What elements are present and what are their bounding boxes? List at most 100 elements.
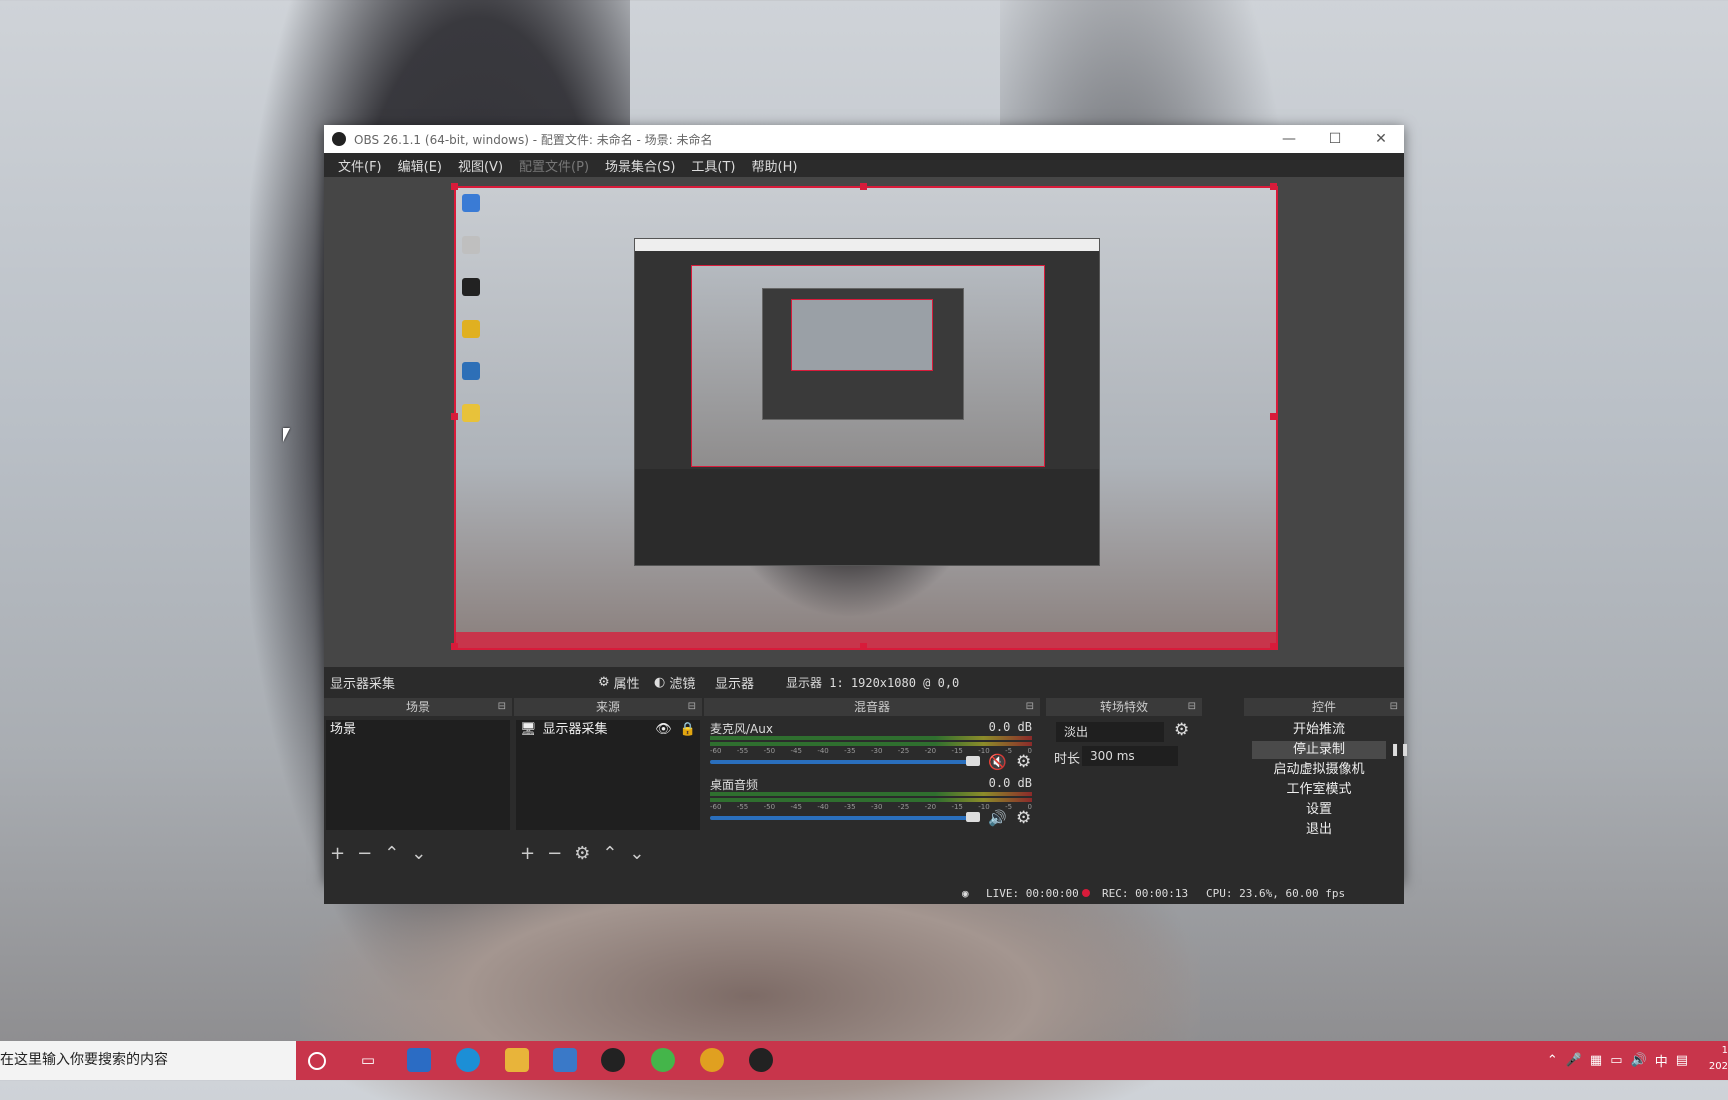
dock-pin-icon[interactable]: ⊟ [1026,698,1034,716]
add-icon[interactable]: + [330,843,345,864]
source-item[interactable]: 🖥 显示器采集 👁 🔒 [516,720,700,740]
dock-pin-icon[interactable]: ⊟ [688,698,696,716]
settings-button[interactable]: 设置 [1252,801,1386,819]
maximize-button[interactable]: ☐ [1312,125,1358,153]
resize-handle[interactable] [451,183,458,190]
app-icon[interactable] [407,1048,431,1072]
scenes-dock: 场景 ⊟ 场景 + − ⌃ ⌄ [324,698,512,882]
sources-list[interactable]: 🖥 显示器采集 👁 🔒 [516,720,700,830]
muted-speaker-icon[interactable]: 🔇 [988,753,1007,771]
preview-canvas[interactable] [454,186,1278,650]
volume-slider[interactable] [710,760,976,764]
gear-icon[interactable]: ⚙ [1174,720,1189,740]
meter-tick: -15 [951,747,963,755]
meter-tick: -45 [790,803,802,811]
volume-slider-thumb[interactable] [966,756,980,766]
app-icon-green[interactable] [651,1048,675,1072]
resize-handle[interactable] [860,183,867,190]
dock-pin-icon[interactable]: ⊟ [498,698,506,716]
remove-icon[interactable]: − [357,843,372,864]
meter-tick: 0 [1027,803,1032,811]
minimize-button[interactable]: — [1266,125,1312,153]
add-icon[interactable]: + [520,843,535,864]
duration-input[interactable]: 300 ms [1082,746,1178,766]
lock-icon[interactable]: 🔒 [680,720,696,740]
gear-icon[interactable]: ⚙ [1016,808,1031,828]
meter-tick: -30 [870,803,883,811]
volume-slider[interactable] [710,816,976,820]
properties-button[interactable]: ⚙ 属性 [598,673,640,692]
remove-icon[interactable]: − [547,843,562,864]
move-down-icon[interactable]: ⌄ [411,843,426,864]
notification-icon[interactable]: ▤ [1676,1053,1688,1068]
volume-slider-thumb[interactable] [966,812,980,822]
edge-icon[interactable] [456,1048,480,1072]
filters-button[interactable]: ◐ 滤镜 [654,673,695,692]
menu-help[interactable]: 帮助(H) [744,156,806,175]
speaker-icon[interactable]: 🔊 [988,809,1007,827]
move-down-icon[interactable]: ⌄ [629,843,644,864]
menu-file[interactable]: 文件(F) [330,156,390,175]
move-up-icon[interactable]: ⌃ [384,843,399,864]
task-view-icon[interactable]: ▭ [356,1048,380,1072]
chrome-icon[interactable] [700,1048,724,1072]
scenes-list[interactable]: 场景 [326,720,510,830]
taskbar-search-input[interactable]: 在这里输入你要搜索的内容 [0,1041,296,1080]
qq-icon[interactable] [601,1048,625,1072]
close-button[interactable]: ✕ [1358,125,1404,153]
studio-mode-button[interactable]: 工作室模式 [1252,781,1386,799]
dock-pin-icon[interactable]: ⊟ [1390,698,1398,716]
live-icon: ◉ [962,887,969,900]
duration-label: 时长 [1054,752,1081,767]
visibility-eye-icon[interactable]: 👁 [655,720,672,740]
menu-tools[interactable]: 工具(T) [683,156,743,175]
meter-tick: -5 [1005,747,1013,755]
menu-scene-collection[interactable]: 场景集合(S) [597,156,683,175]
monitor-icon[interactable]: ▭ [1610,1053,1622,1068]
title-bar: OBS 26.1.1 (64-bit, windows) - 配置文件: 未命名… [324,125,1404,153]
menu-view[interactable]: 视图(V) [450,156,511,175]
file-explorer-icon[interactable] [505,1048,529,1072]
gear-icon: ⚙ [598,674,610,690]
desktop-icons [460,194,484,446]
taskbar-clock[interactable]: 1 202 [1709,1043,1728,1075]
display-select[interactable]: 显示器 1: 1920x1080 @ 0,0 [786,674,959,691]
meter-tick: -35 [844,803,856,811]
resize-handle[interactable] [1270,413,1277,420]
start-streaming-button[interactable]: 开始推流 [1252,721,1386,739]
desktop-icon [462,404,480,422]
meter-tick: -30 [870,747,883,755]
pause-icon[interactable]: ❚❚ [1390,742,1410,756]
ime-indicator[interactable]: 中 [1655,1051,1668,1070]
transition-select[interactable]: 淡出 [1056,722,1164,742]
status-bar: ◉ LIVE: 00:00:00 REC: 00:00:13 CPU: 23.6… [324,882,1404,904]
virtual-camera-button[interactable]: 启动虚拟摄像机 [1252,761,1386,779]
chevron-up-icon[interactable]: ⌃ [1547,1053,1558,1068]
store-icon[interactable] [553,1048,577,1072]
dock-pin-icon[interactable]: ⊟ [1188,698,1196,716]
microphone-icon[interactable]: 🎤 [1566,1053,1582,1068]
resize-handle[interactable] [1270,183,1277,190]
move-up-icon[interactable]: ⌃ [602,843,617,864]
meter-tick: -35 [844,747,856,755]
transitions-dock: 转场特效 ⊟ 淡出 ⚙ 时长 300 ms [1046,698,1202,882]
cortana-icon[interactable] [308,1052,326,1070]
stop-recording-button[interactable]: 停止录制 [1252,741,1386,759]
menu-profile[interactable]: 配置文件(P) [511,156,597,175]
resize-handle[interactable] [1270,643,1277,650]
gear-icon[interactable]: ⚙ [1016,752,1031,772]
resize-handle[interactable] [860,643,867,650]
speaker-icon[interactable]: 🔊 [1631,1053,1647,1068]
filter-icon: ◐ [654,674,666,690]
obs-taskbar-icon[interactable] [749,1048,773,1072]
resize-handle[interactable] [451,413,458,420]
gear-icon[interactable]: ⚙ [574,843,590,864]
network-icon[interactable]: ▦ [1590,1053,1602,1068]
resize-handle[interactable] [451,643,458,650]
scene-item[interactable]: 场景 [326,720,510,740]
meter-tick: -15 [951,803,963,811]
menu-edit[interactable]: 编辑(E) [390,156,450,175]
meter-tick: -25 [897,747,910,755]
volume-meter [710,792,1032,796]
exit-button[interactable]: 退出 [1252,821,1386,839]
